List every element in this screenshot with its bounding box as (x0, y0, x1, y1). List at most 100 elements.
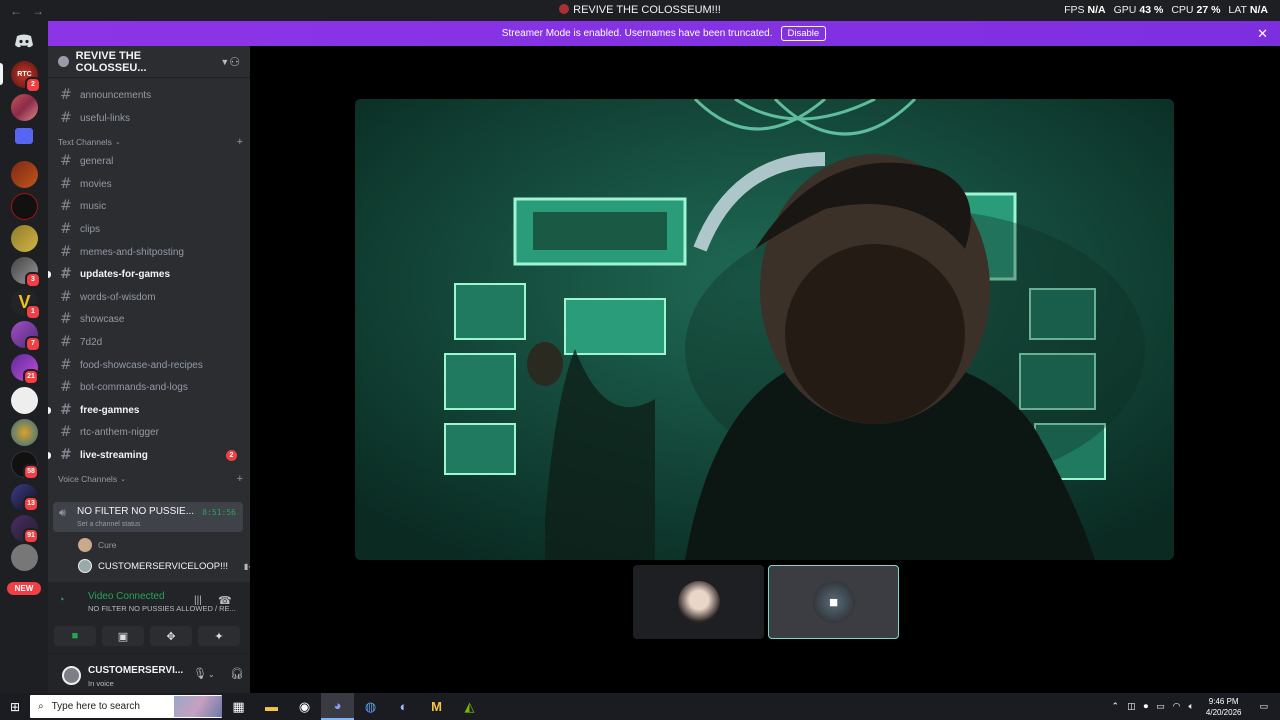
voice-connected-channel[interactable]: NO FILTER NO PUSSIES ALLOWED / RE... (88, 604, 236, 613)
voice-connected-status[interactable]: Video Connected (88, 591, 165, 602)
soundboard-button[interactable]: ✦ (198, 626, 240, 646)
hash-icon: # (60, 266, 72, 282)
category-voice-channels[interactable]: Voice Channels ⌄ + (58, 473, 243, 485)
activities-button[interactable]: ✥ (150, 626, 192, 646)
search-icon: ⌕ (38, 701, 44, 712)
microphone-icon[interactable]: 🎙︎ (193, 667, 207, 680)
streamer-mode-bar: Streamer Mode is enabled. Usernames have… (48, 21, 1280, 46)
headphones-icon[interactable]: 🎧︎ (230, 667, 244, 680)
channel-item[interactable]: # useful-links (53, 108, 243, 128)
tray-wifi-icon[interactable]: ◠ (1173, 701, 1181, 712)
add-member-icon[interactable]: ⚇ (229, 55, 240, 69)
fps-stat: FPS N/A (1064, 4, 1106, 16)
notification-badge: 13 (23, 496, 39, 512)
channel-status[interactable]: Set a channel status (77, 521, 140, 528)
streamer-mode-message: Streamer Mode is enabled. Usernames have… (501, 28, 773, 39)
app-m-icon[interactable]: M (420, 693, 453, 720)
channel-item[interactable]: # rtc-anthem-nigger (53, 422, 243, 442)
obs-icon[interactable]: ◉ (288, 693, 321, 720)
file-explorer-icon[interactable]: ▬ (255, 693, 288, 720)
channel-name: clips (80, 223, 101, 235)
browser-icon[interactable]: ◍ (354, 693, 387, 720)
server-icon-5[interactable] (11, 225, 38, 252)
category-text-channels[interactable]: Text Channels ⌄ + (58, 136, 243, 148)
hash-icon: # (60, 311, 72, 327)
folder-icon[interactable] (15, 128, 33, 144)
channel-item[interactable]: # memes-and-shitposting (53, 242, 243, 262)
username[interactable]: CUSTOMERSERVI... (88, 665, 183, 676)
channel-item[interactable]: # showcase (53, 309, 243, 329)
windows-taskbar: ⊞ ⌕ Type here to search ▦ ▬ ◉ ◕ ◍ ◐ M ◭ … (0, 693, 1280, 720)
screen-share-button[interactable]: ▣ (102, 626, 144, 646)
camera-button[interactable]: ■ (54, 626, 96, 646)
noise-suppression-icon[interactable]: ||| (194, 595, 202, 606)
voice-user[interactable]: Cure (78, 537, 116, 553)
search-highlight-image (174, 696, 222, 717)
server-icon-3[interactable] (11, 161, 38, 188)
create-channel-icon[interactable]: + (237, 136, 243, 148)
channel-item[interactable]: # movies (53, 174, 243, 194)
tray-network-icon[interactable]: ▭ (1156, 701, 1165, 712)
time: 9:46 PM (1208, 696, 1239, 706)
title-bar: ← → REVIVE THE COLOSSEUM!!! FPS N/A GPU 43… (0, 0, 1280, 21)
windows-start-icon[interactable]: ⊞ (0, 700, 30, 714)
back-arrow-icon[interactable]: ← (10, 4, 22, 18)
new-badge: NEW (7, 582, 41, 595)
task-view-icon[interactable]: ▦ (222, 693, 255, 720)
tray-app-icon[interactable]: ◫ (1127, 701, 1136, 712)
disable-streamer-mode-button[interactable]: Disable (780, 26, 827, 41)
channel-name: useful-links (80, 112, 131, 124)
participant-tile[interactable] (633, 565, 764, 639)
tray-volume-icon[interactable]: 🔈︎ (1188, 701, 1193, 712)
server-header[interactable]: REVIVE THE COLOSSEU... ▼ ⚇ (48, 46, 250, 78)
close-icon[interactable]: ✕ (1257, 26, 1268, 42)
channel-item[interactable]: # bot-commands-and-logs (53, 377, 243, 397)
chevron-down-icon[interactable]: ⌄ (208, 670, 215, 679)
voice-channel-active[interactable]: 🔊︎ NO FILTER NO PUSSIE... Set a channel … (53, 502, 243, 532)
server-icon-2[interactable] (11, 94, 38, 121)
discord-taskbar-icon[interactable]: ◕ (321, 693, 354, 720)
tray-mic-icon[interactable]: ⏺ (1144, 701, 1149, 712)
system-tray: ⌃ ◫ ⏺ ▭ ◠ 🔈︎ 9:46 PM 4/20/2026 ▭ (1112, 696, 1280, 718)
fps-label: FPS (1064, 4, 1085, 16)
channel-item[interactable]: # words-of-wisdom (53, 287, 243, 307)
channel-item[interactable]: # general (53, 151, 243, 171)
signal-icon[interactable]: ◔ (58, 594, 65, 606)
notifications-icon[interactable]: ▭ (1259, 701, 1268, 712)
taskbar-search-box[interactable]: ⌕ Type here to search (30, 695, 222, 718)
chevron-up-icon[interactable]: ⌃ (1112, 701, 1120, 712)
server-icon-4[interactable] (11, 193, 38, 220)
nvidia-icon[interactable]: ◭ (453, 693, 486, 720)
channel-item[interactable]: # live-streaming 2 (48, 445, 243, 465)
participant-tile-selected[interactable]: ■ (768, 565, 899, 639)
disconnect-icon[interactable]: ☎ (218, 594, 232, 607)
main-video-feed[interactable] (355, 99, 1174, 560)
clock[interactable]: 9:46 PM 4/20/2026 (1206, 696, 1242, 718)
cpu-value: 27 % (1196, 4, 1221, 16)
channel-item[interactable]: # announcements (53, 85, 243, 105)
server-icon-15[interactable] (11, 544, 38, 571)
discord-home-icon[interactable] (10, 27, 38, 55)
hash-icon: # (60, 289, 72, 305)
channel-item[interactable]: # free-gamnes (48, 400, 243, 420)
server-icon-11[interactable] (11, 419, 38, 446)
channel-item[interactable]: # music (53, 196, 243, 216)
create-channel-icon[interactable]: + (237, 473, 243, 485)
forward-arrow-icon[interactable]: → (32, 4, 44, 18)
channel-item[interactable]: #7d2d (53, 332, 243, 352)
channel-item[interactable]: # updates-for-games (48, 264, 243, 284)
avatar[interactable] (62, 666, 81, 685)
channel-item[interactable]: # food-showcase-and-recipes (53, 355, 243, 375)
channel-item[interactable]: # clips (53, 219, 243, 239)
lat-value: N/A (1249, 4, 1268, 16)
notification-badge: 21 (23, 369, 39, 385)
lat-label: LAT (1228, 4, 1247, 16)
voice-user[interactable]: CUSTOMERSERVICELOOP!!! ▮◀ (78, 558, 250, 574)
avatar (677, 581, 720, 623)
channel-name: live-streaming (80, 449, 148, 461)
hash-icon: # (60, 424, 72, 440)
steam-icon[interactable]: ◐ (387, 693, 420, 720)
channel-name: words-of-wisdom (80, 291, 156, 303)
server-icon-10[interactable] (11, 387, 38, 414)
channel-name: food-showcase-and-recipes (80, 359, 203, 371)
